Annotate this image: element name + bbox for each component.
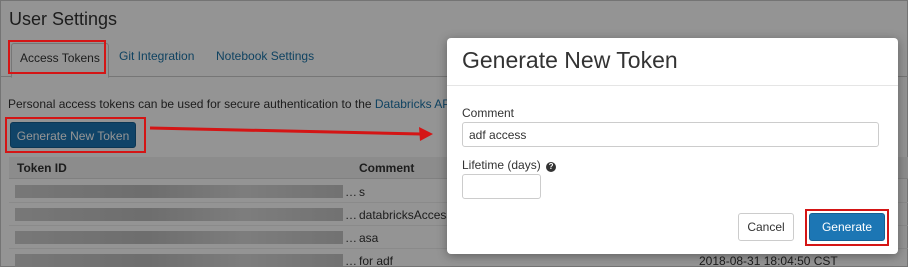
comment-label: Comment [462,106,515,120]
dialog-title: Generate New Token [462,47,678,73]
question-circle-icon[interactable]: ? [546,162,557,172]
lifetime-days-input[interactable] [462,174,541,199]
comment-input[interactable] [462,122,879,147]
highlight-box-generate [805,209,889,246]
lifetime-label: Lifetime (days) ? [462,158,557,172]
cancel-button[interactable]: Cancel [738,213,794,241]
arrow-head-icon [419,127,433,141]
dialog-divider [447,85,898,86]
arrow-line [149,126,422,136]
lifetime-label-text: Lifetime (days) [462,158,541,172]
